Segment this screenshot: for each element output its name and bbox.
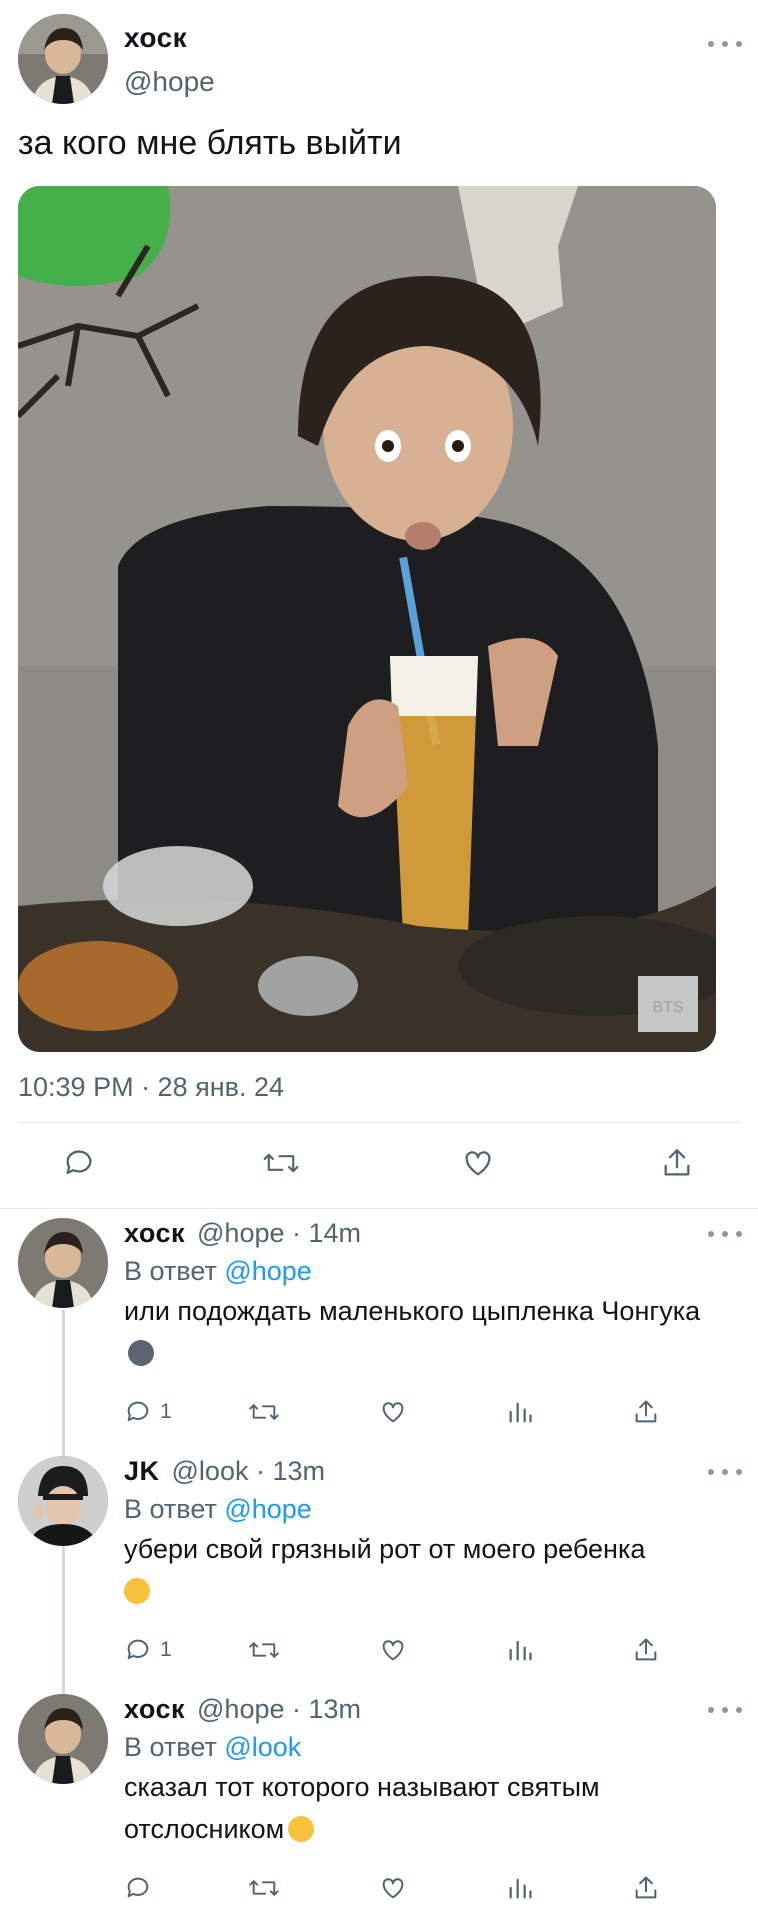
kissing-face-with-closed-eyes-icon xyxy=(124,1578,150,1604)
reply-text: убери свой грязный рот от моего ребенка xyxy=(124,1528,724,1612)
like-icon xyxy=(465,1151,491,1176)
photo-image: BTS xyxy=(18,186,716,1052)
reply-age: · 13m xyxy=(292,1694,362,1724)
analytics-button[interactable] xyxy=(506,1398,534,1426)
analytics-icon xyxy=(509,1402,532,1423)
new-moon-face-icon xyxy=(128,1340,154,1366)
reply-button[interactable]: 1 xyxy=(124,1398,172,1426)
reply-header: хоск @hope · 14m xyxy=(124,1218,361,1249)
reply-to-prefix: В ответ xyxy=(124,1494,217,1524)
retweet-icon xyxy=(263,1153,299,1173)
avatar-photo xyxy=(18,1218,108,1308)
reply-age: · 13m xyxy=(255,1456,326,1486)
reply-text: или подождать маленького цыпленка Чонгук… xyxy=(124,1290,724,1374)
like-icon xyxy=(382,1878,404,1899)
reply-header: JK @look · 13m xyxy=(124,1456,325,1487)
analytics-icon xyxy=(509,1878,532,1899)
retweet-button[interactable] xyxy=(248,1874,280,1902)
user-handle[interactable]: @hope xyxy=(197,1218,284,1248)
reply-text-content: или подождать маленького цыпленка Чонгук… xyxy=(124,1296,701,1326)
reply-count: 1 xyxy=(160,1400,172,1423)
reply-to: В ответ @hope xyxy=(124,1256,312,1287)
avatar-photo xyxy=(18,14,108,104)
share-icon xyxy=(635,1638,657,1661)
more-options-icon[interactable] xyxy=(708,1700,742,1720)
analytics-button[interactable] xyxy=(506,1874,534,1902)
retweet-icon xyxy=(249,1880,279,1896)
reply-count: 1 xyxy=(160,1638,172,1661)
like-button[interactable] xyxy=(378,1874,408,1902)
reply-button[interactable] xyxy=(124,1874,152,1902)
reply-icon xyxy=(127,1639,149,1660)
reply-text-content: сказал тот которого называют святым отсл… xyxy=(124,1772,600,1844)
smiling-face-with-smiling-eyes-icon xyxy=(288,1816,315,1842)
like-icon xyxy=(382,1640,404,1661)
avatar-photo xyxy=(18,1456,108,1546)
display-name[interactable]: хоск xyxy=(124,1218,185,1248)
tweet-text: за кого мне блять выйти xyxy=(18,124,402,162)
share-icon xyxy=(664,1149,690,1176)
analytics-button[interactable] xyxy=(506,1636,534,1664)
divider xyxy=(0,1208,758,1209)
reply-tweet: JK @look · 13m В ответ @hope убери свой г… xyxy=(0,1456,758,1694)
reply-age: · 14m xyxy=(292,1218,362,1248)
share-icon xyxy=(635,1400,657,1423)
reply-to: В ответ @hope xyxy=(124,1494,312,1525)
more-options-icon[interactable] xyxy=(708,1462,742,1482)
user-handle[interactable]: @look xyxy=(172,1456,249,1486)
share-button[interactable] xyxy=(632,1636,660,1664)
like-icon xyxy=(382,1402,404,1423)
reply-to: В ответ @look xyxy=(124,1732,301,1763)
share-button[interactable] xyxy=(632,1874,660,1902)
display-name[interactable]: хоск xyxy=(124,22,187,54)
avatar[interactable] xyxy=(18,14,108,104)
retweet-button[interactable] xyxy=(248,1398,280,1426)
reply-icon xyxy=(66,1150,92,1175)
retweet-icon xyxy=(249,1642,279,1658)
reply-icon xyxy=(127,1401,149,1422)
reply-to-link[interactable]: @hope xyxy=(224,1256,311,1286)
reply-to-prefix: В ответ xyxy=(124,1256,217,1286)
share-button[interactable] xyxy=(632,1398,660,1426)
avatar[interactable] xyxy=(18,1456,108,1546)
more-options-icon[interactable] xyxy=(708,1224,742,1244)
share-button[interactable] xyxy=(660,1146,694,1180)
reply-text-content: убери свой грязный рот от моего ребенка xyxy=(124,1534,646,1564)
user-handle[interactable]: @hope xyxy=(124,66,215,98)
divider xyxy=(18,1122,740,1123)
reply-text: сказал тот которого называют святым отсл… xyxy=(124,1766,724,1850)
reply-tweet: хоск @hope · 14m В ответ @hope или подожд… xyxy=(0,1218,758,1456)
reply-header: хоск @hope · 13m xyxy=(124,1694,361,1725)
avatar-photo xyxy=(18,1694,108,1784)
reply-to-link[interactable]: @hope xyxy=(224,1494,311,1524)
share-icon xyxy=(635,1876,657,1899)
like-button[interactable] xyxy=(378,1636,408,1664)
reply-icon xyxy=(127,1877,149,1898)
display-name[interactable]: хоск xyxy=(124,1694,185,1724)
reply-to-prefix: В ответ xyxy=(124,1732,217,1762)
like-button[interactable] xyxy=(460,1146,496,1180)
user-handle[interactable]: @hope xyxy=(197,1694,284,1724)
more-options-icon[interactable] xyxy=(708,34,742,54)
like-button[interactable] xyxy=(378,1398,408,1426)
display-name[interactable]: JK xyxy=(124,1456,160,1486)
retweet-icon xyxy=(249,1404,279,1420)
reply-button[interactable]: 1 xyxy=(124,1636,172,1664)
reply-button[interactable] xyxy=(62,1146,96,1180)
retweet-button[interactable] xyxy=(248,1636,280,1664)
tweet-photo[interactable]: BTS xyxy=(18,186,716,1052)
tweet-actions xyxy=(0,1142,758,1192)
retweet-button[interactable] xyxy=(262,1146,300,1180)
analytics-icon xyxy=(509,1640,532,1661)
watermark-text: BTS xyxy=(652,999,683,1016)
avatar[interactable] xyxy=(18,1218,108,1308)
tweet-timestamp[interactable]: 10:39 PM · 28 янв. 24 xyxy=(18,1072,284,1103)
avatar[interactable] xyxy=(18,1694,108,1784)
reply-to-link[interactable]: @look xyxy=(224,1732,301,1762)
reply-tweet: хоск @hope · 13m В ответ @look сказал тот… xyxy=(0,1694,758,1920)
